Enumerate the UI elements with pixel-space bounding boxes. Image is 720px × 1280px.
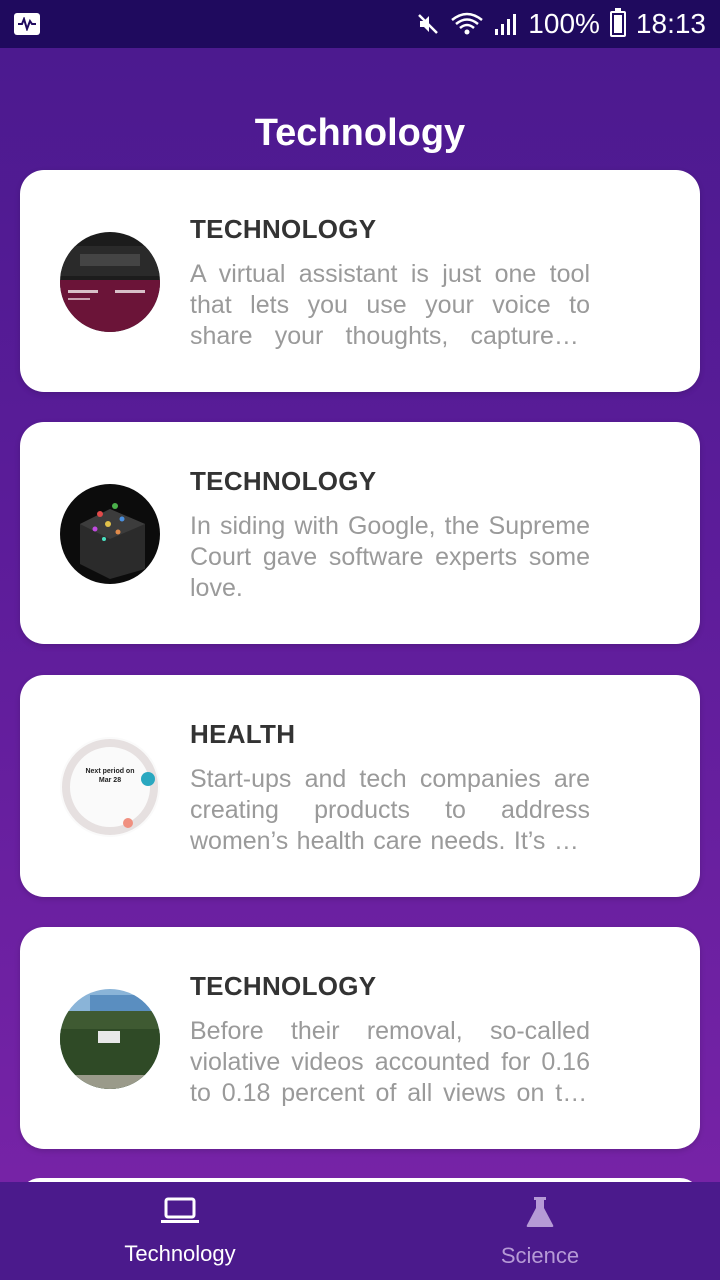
thumbnail-text: Mar 28 [98,777,122,784]
article-category: HEALTH [190,719,296,749]
nav-item-technology[interactable]: Technology [0,1182,360,1280]
article-card[interactable]: TECHNOLOGY In siding with Google, the Su… [20,422,700,644]
bottom-navigation: Technology Science [0,1182,720,1280]
nav-item-science[interactable]: Science [360,1182,720,1280]
activity-monitor-icon [14,13,40,35]
article-card[interactable]: TECHNOLOGY Before their removal, so-call… [20,927,700,1149]
article-thumbnail [60,232,160,332]
nav-label-technology: Technology [124,1241,236,1266]
article-description: Before their removal, so-called violativ… [190,1017,590,1107]
article-category: TECHNOLOGY [190,466,377,496]
wifi-icon [450,11,484,37]
status-bar: 100% 18:13 [0,0,720,48]
article-category: TECHNOLOGY [190,971,377,1001]
clock: 18:13 [635,8,706,39]
article-thumbnail [60,989,160,1089]
article-description: A virtual assistant is just one tool tha… [190,260,590,350]
battery-percent: 100% [528,8,600,39]
article-category: TECHNOLOGY [190,214,377,244]
page-title: Technology [254,112,466,154]
article-description: In siding with Google, the Supreme Court… [190,512,590,602]
mute-icon [416,12,440,36]
nav-label-science: Science [500,1243,580,1268]
flask-icon [525,1196,555,1233]
laptop-icon [160,1196,200,1231]
article-thumbnail [60,484,160,584]
article-thumbnail: Next period on Mar 28 [60,737,160,837]
article-description: Start-ups and tech companies are creatin… [190,765,590,855]
signal-icon [494,12,518,36]
battery-icon [609,8,626,37]
article-card[interactable]: TECHNOLOGY A virtual assistant is just o… [20,170,700,392]
thumbnail-text: Next period on [85,768,135,775]
article-card[interactable]: Next period on Mar 28 HEALTH Start-ups a… [20,675,700,897]
